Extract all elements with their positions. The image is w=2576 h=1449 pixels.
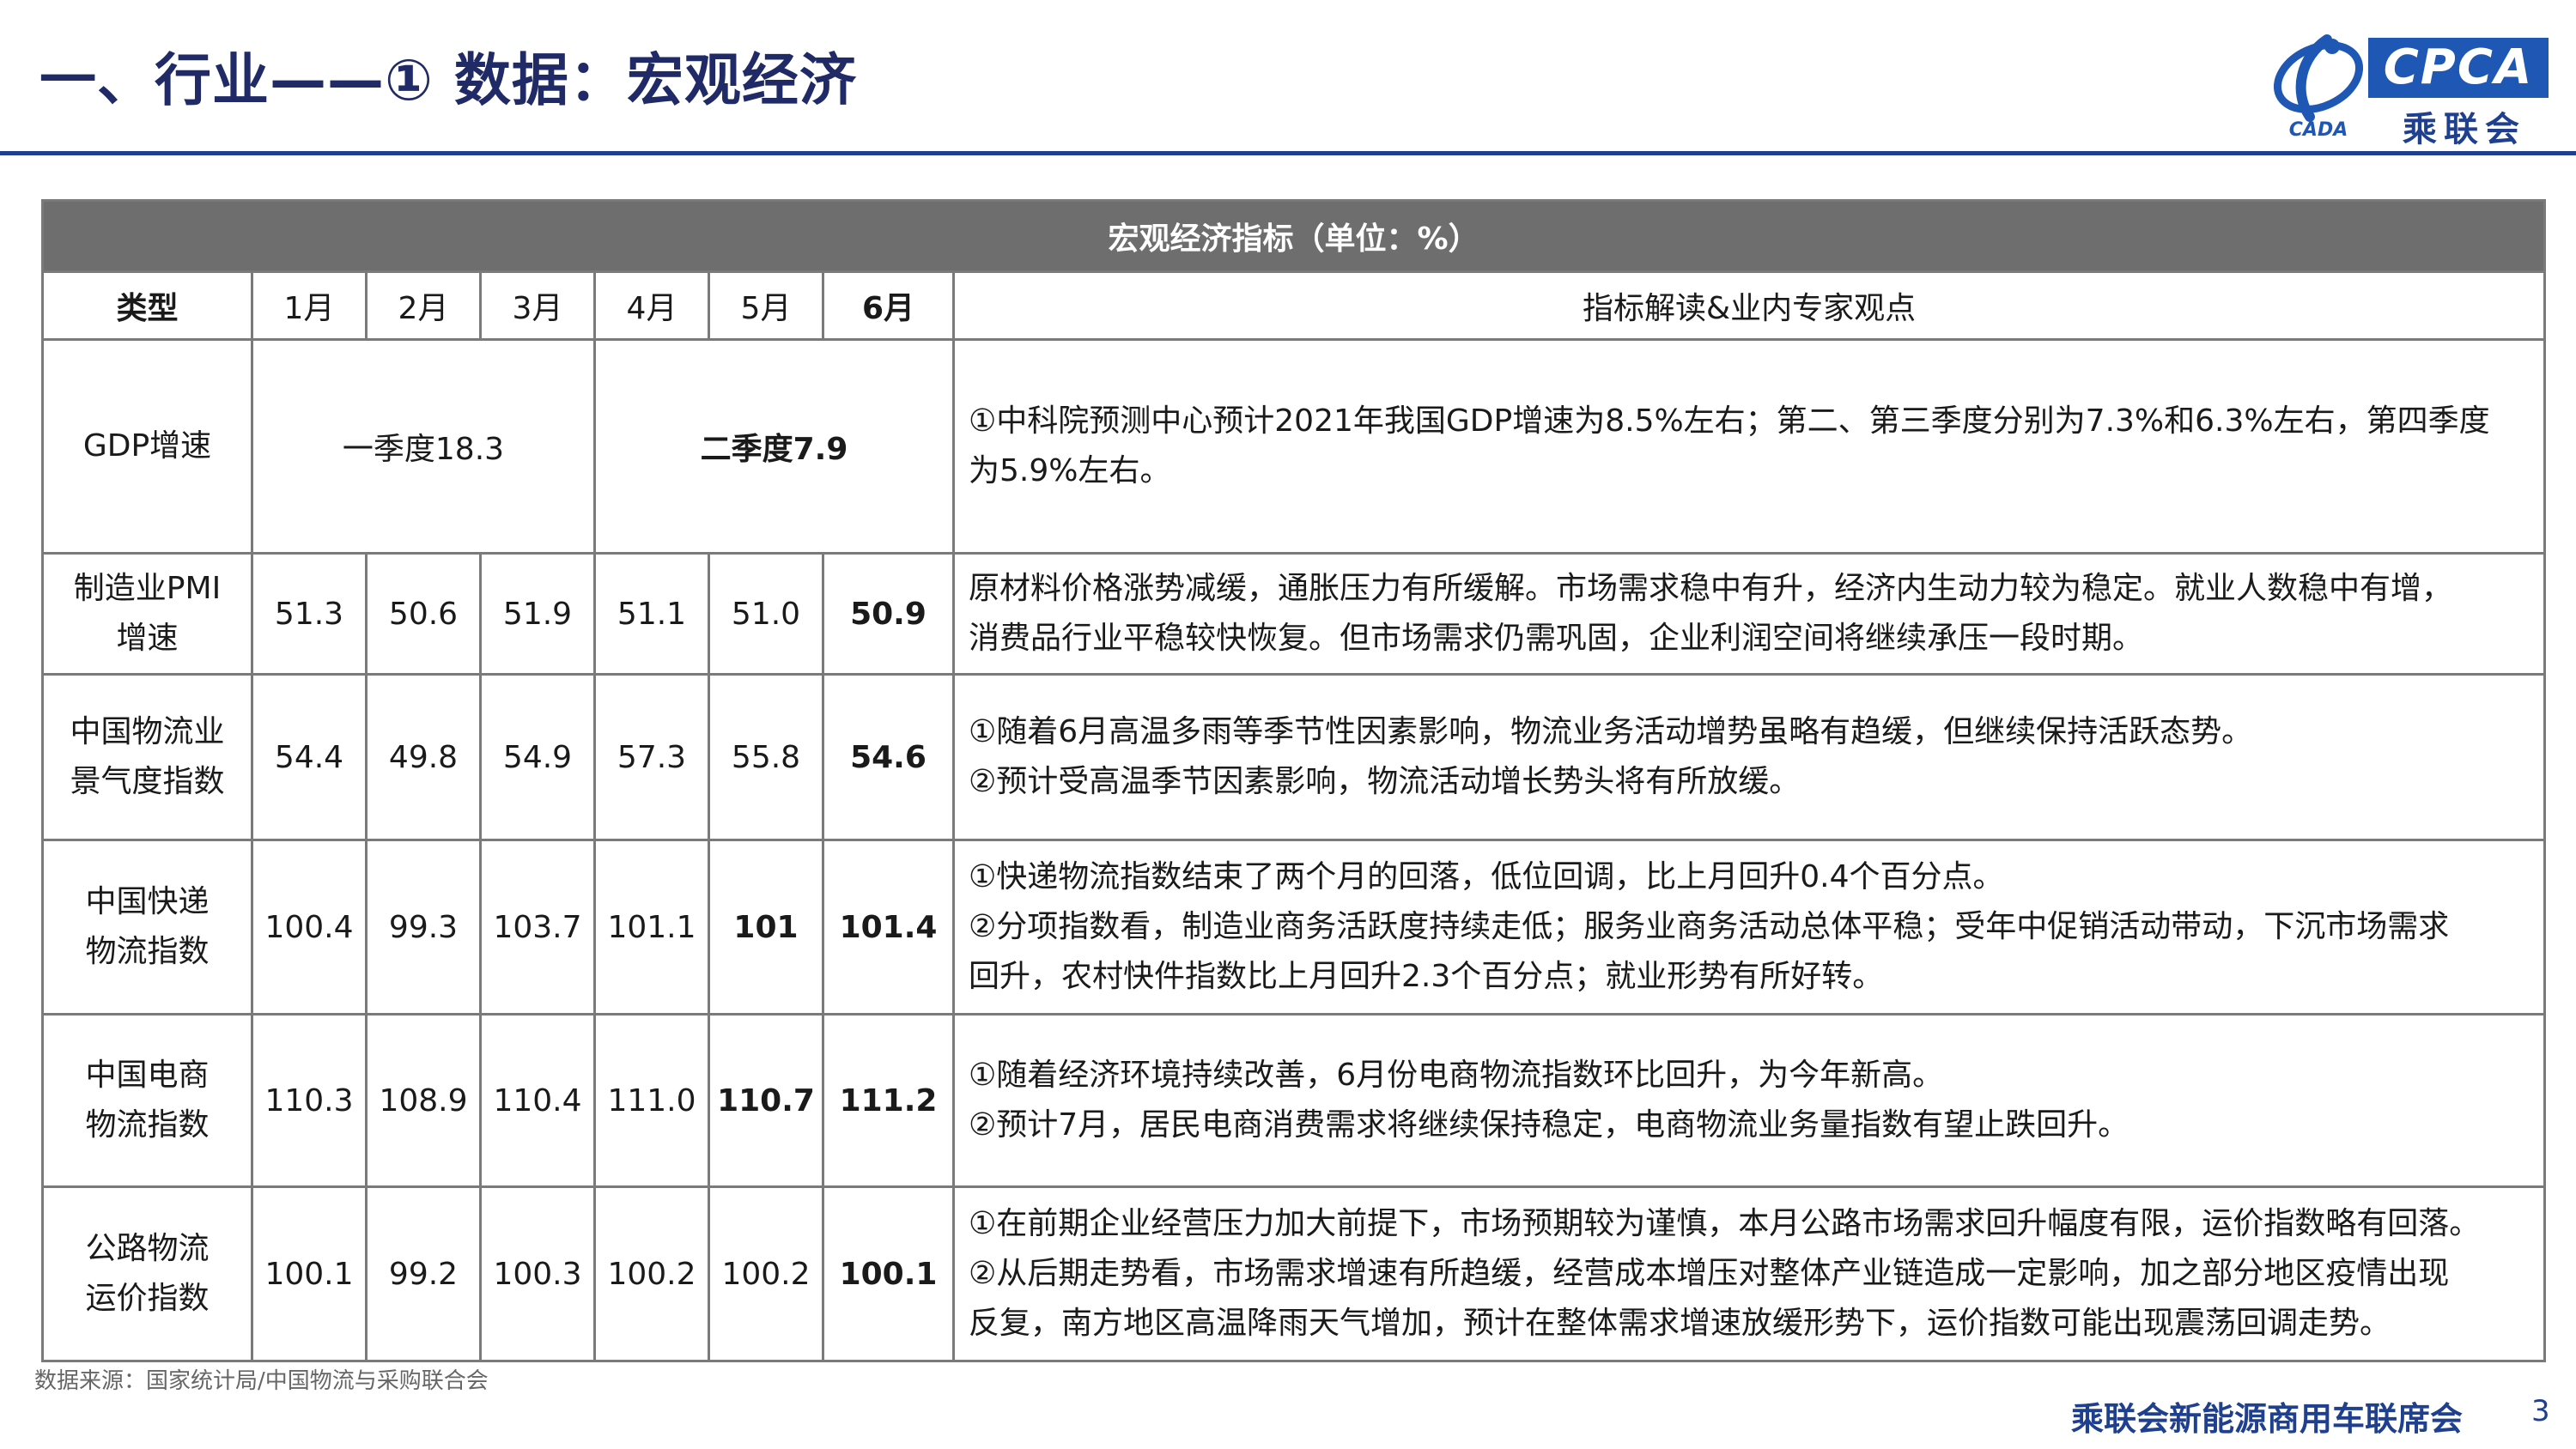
table-row: 中国电商 物流指数 110.3 108.9 110.4 111.0 110.7 … <box>41 1013 2547 1188</box>
value-cell: 99.2 <box>365 1185 482 1362</box>
value-cell: 57.3 <box>593 673 710 841</box>
table-row: GDP增速 一季度18.3 二季度7.9 ①中科院预测中心预计2021年我国GD… <box>41 338 2547 555</box>
data-source-note: 数据来源：国家统计局/中国物流与采购联合会 <box>34 1368 489 1394</box>
logo-brand-cn: 乘联会 <box>2403 110 2526 149</box>
value-cell: 110.4 <box>479 1013 596 1188</box>
value-cell: 110.7 <box>708 1013 824 1188</box>
header-divider <box>0 151 2576 155</box>
gdp-q2-cell: 二季度7.9 <box>593 338 955 555</box>
value-cell: 54.4 <box>251 673 368 841</box>
cada-emblem-icon: CADA <box>2273 34 2364 141</box>
row-label: 中国电商 物流指数 <box>41 1013 253 1188</box>
col-header-apr: 4月 <box>593 270 710 341</box>
row-label: 中国快递 物流指数 <box>41 839 253 1016</box>
table-row: 中国物流业 景气度指数 54.4 49.8 54.9 57.3 55.8 54.… <box>41 673 2547 841</box>
table-caption: 宏观经济指标（单位：%） <box>40 199 2547 273</box>
value-cell: 100.2 <box>593 1185 710 1362</box>
row-label: 公路物流 运价指数 <box>41 1185 253 1362</box>
commentary-cell: ①在前期企业经营压力加大前提下，市场预期较为谨慎，本月公路市场需求回升幅度有限，… <box>951 1185 2547 1362</box>
col-header-jun: 6月 <box>822 270 955 341</box>
value-cell: 54.9 <box>479 673 596 841</box>
value-cell: 108.9 <box>365 1013 482 1188</box>
slide: 一、行业——① 数据：宏观经济 CADA CPCA 乘联会 宏观经济指标（单位：… <box>0 0 2576 1449</box>
col-header-may: 5月 <box>708 270 824 341</box>
col-header-commentary: 指标解读&业内专家观点 <box>951 270 2547 341</box>
row-label: GDP增速 <box>41 338 253 555</box>
commentary-cell: 原材料价格涨势减缓，通胀压力有所缓解。市场需求稳中有升，经济内生动力较为稳定。就… <box>951 552 2547 676</box>
value-cell: 100.1 <box>822 1185 955 1362</box>
value-cell: 51.3 <box>251 552 368 676</box>
col-header-feb: 2月 <box>365 270 482 341</box>
commentary-cell: ①中科院预测中心预计2021年我国GDP增速为8.5%左右；第二、第三季度分别为… <box>951 338 2547 555</box>
page-number: 3 <box>2531 1394 2550 1428</box>
logo-mark-text: CADA <box>2289 119 2348 141</box>
value-cell: 111.2 <box>822 1013 955 1188</box>
col-header-mar: 3月 <box>479 270 596 341</box>
footer-brand: 乘联会新能源商用车联席会 <box>2071 1400 2464 1438</box>
row-label: 中国物流业 景气度指数 <box>41 673 253 841</box>
col-header-type: 类型 <box>41 270 253 341</box>
logo-brand-en: CPCA <box>2368 38 2549 98</box>
value-cell: 51.9 <box>479 552 596 676</box>
cpca-logo: CADA CPCA 乘联会 <box>2267 26 2550 149</box>
commentary-cell: ①随着6月高温多雨等季节性因素影响，物流业务活动增势虽略有趋缓，但继续保持活跃态… <box>951 673 2547 841</box>
value-cell: 55.8 <box>708 673 824 841</box>
value-cell: 103.7 <box>479 839 596 1016</box>
table-row: 中国快递 物流指数 100.4 99.3 103.7 101.1 101 101… <box>41 839 2547 1016</box>
value-cell: 101.1 <box>593 839 710 1016</box>
value-cell: 51.1 <box>593 552 710 676</box>
commentary-cell: ①随着经济环境持续改善，6月份电商物流指数环比回升，为今年新高。 ②预计7月，居… <box>951 1013 2547 1188</box>
col-header-jan: 1月 <box>251 270 368 341</box>
value-cell: 111.0 <box>593 1013 710 1188</box>
value-cell: 54.6 <box>822 673 955 841</box>
page-title: 一、行业——① 数据：宏观经济 <box>39 47 857 113</box>
value-cell: 99.3 <box>365 839 482 1016</box>
value-cell: 50.6 <box>365 552 482 676</box>
value-cell: 100.4 <box>251 839 368 1016</box>
value-cell: 51.0 <box>708 552 824 676</box>
commentary-cell: ①快递物流指数结束了两个月的回落，低位回调，比上月回升0.4个百分点。 ②分项指… <box>951 839 2547 1016</box>
value-cell: 100.1 <box>251 1185 368 1362</box>
gdp-q1-cell: 一季度18.3 <box>251 338 596 555</box>
value-cell: 50.9 <box>822 552 955 676</box>
value-cell: 100.3 <box>479 1185 596 1362</box>
row-label: 制造业PMI 增速 <box>41 552 253 676</box>
value-cell: 101.4 <box>822 839 955 1016</box>
value-cell: 49.8 <box>365 673 482 841</box>
macro-indicator-table: 宏观经济指标（单位：%） 类型 1月 2月 3月 4月 5月 6月 指标解读&业… <box>40 199 2547 1362</box>
macro-table-container: 宏观经济指标（单位：%） 类型 1月 2月 3月 4月 5月 6月 指标解读&业… <box>40 199 2547 1362</box>
value-cell: 110.3 <box>251 1013 368 1188</box>
table-row: 公路物流 运价指数 100.1 99.2 100.3 100.2 100.2 1… <box>41 1185 2547 1362</box>
value-cell: 101 <box>708 839 824 1016</box>
value-cell: 100.2 <box>708 1185 824 1362</box>
table-row: 制造业PMI 增速 51.3 50.6 51.9 51.1 51.0 50.9 … <box>41 552 2547 676</box>
